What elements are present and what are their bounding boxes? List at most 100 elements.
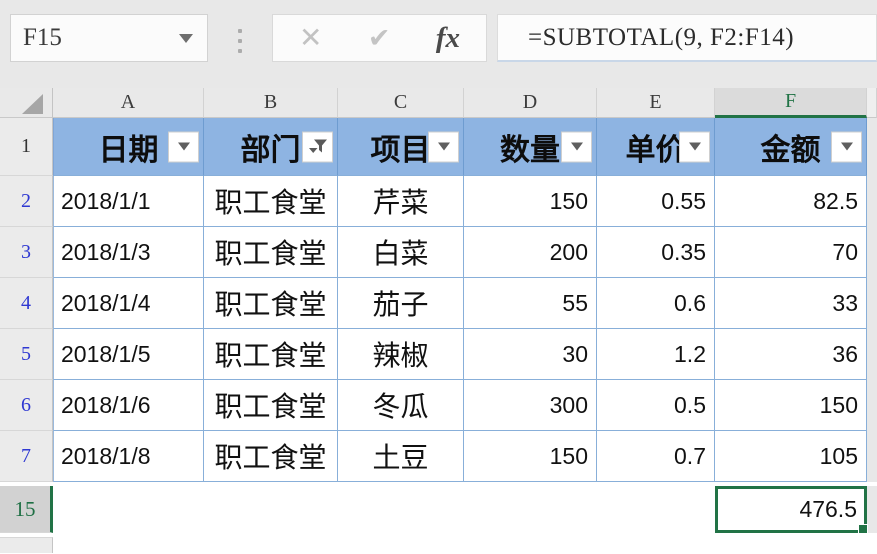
header-cell-amount[interactable]: 金额 (715, 118, 867, 176)
cell-item[interactable]: 土豆 (338, 431, 464, 482)
formula-text: =SUBTOTAL(9, F2:F14) (528, 23, 795, 51)
cell-amount[interactable]: 33 (715, 278, 867, 329)
filter-button-item[interactable] (428, 131, 459, 162)
cell-quantity[interactable]: 55 (464, 278, 597, 329)
row-header-7[interactable]: 7 (0, 431, 53, 482)
name-box-value: F15 (23, 24, 62, 51)
cell-item[interactable]: 芹菜 (338, 176, 464, 227)
bottom-partial-row (0, 533, 877, 554)
cell-quantity[interactable]: 150 (464, 431, 597, 482)
cell-department[interactable]: 职工食堂 (204, 278, 338, 329)
header-label: 项目 (370, 133, 431, 167)
column-header-row: A B C D E F (0, 88, 877, 118)
table-row: 3 2018/1/3 职工食堂 白菜 200 0.35 70 (0, 227, 877, 278)
column-header-d[interactable]: D (464, 88, 597, 118)
header-label: 单价 (625, 133, 686, 167)
header-cell-unit-price[interactable]: 单价 (597, 118, 715, 176)
select-all-corner[interactable] (0, 88, 53, 118)
cell-unit-price[interactable]: 0.5 (597, 380, 715, 431)
cell-unit-price[interactable]: 0.6 (597, 278, 715, 329)
header-cell-quantity[interactable]: 数量 (464, 118, 597, 176)
cell-date[interactable]: 2018/1/5 (53, 329, 204, 380)
column-header-b[interactable]: B (204, 88, 338, 118)
cell-date[interactable]: 2018/1/8 (53, 431, 204, 482)
formula-input[interactable]: =SUBTOTAL(9, F2:F14) (497, 14, 877, 62)
enter-icon[interactable]: ✔ (368, 24, 391, 52)
toolbar-drag-handle-icon[interactable] (238, 29, 242, 53)
header-label: 金额 (760, 133, 821, 167)
cell-item[interactable]: 白菜 (338, 227, 464, 278)
filter-button-amount[interactable] (831, 131, 862, 162)
cell-amount[interactable]: 82.5 (715, 176, 867, 227)
insert-function-icon[interactable]: fx (436, 23, 460, 53)
filter-arrow-icon (570, 142, 583, 151)
subtotal-row: 15 476.5 (0, 486, 877, 534)
column-header-e[interactable]: E (597, 88, 715, 118)
cell-date[interactable]: 2018/1/1 (53, 176, 204, 227)
header-label: 数量 (500, 133, 560, 167)
cancel-icon[interactable]: ✕ (299, 24, 322, 52)
filter-arrow-icon (437, 142, 450, 151)
empty-cells-a15-e15[interactable] (53, 486, 715, 533)
cell-date[interactable]: 2018/1/4 (53, 278, 204, 329)
cell-item[interactable]: 冬瓜 (338, 380, 464, 431)
cell-amount[interactable]: 36 (715, 329, 867, 380)
row-header-15-selected[interactable]: 15 (0, 486, 53, 533)
row-header-3[interactable]: 3 (0, 227, 53, 278)
header-cell-date[interactable]: 日期 (53, 118, 204, 176)
column-header-g-partial[interactable] (867, 88, 877, 118)
sheet-grid: A B C D E F 1 日期 部门 项目 数量 单价 金额 2 2018/1… (0, 88, 877, 554)
header-label: 部门 (240, 133, 301, 167)
cell-department[interactable]: 职工食堂 (204, 329, 338, 380)
fill-handle[interactable] (858, 524, 868, 534)
cell-unit-price[interactable]: 1.2 (597, 329, 715, 380)
row-header-4[interactable]: 4 (0, 278, 53, 329)
formula-toolbar: F15 ✕ ✔ fx =SUBTOTAL(9, F2:F14) (0, 0, 877, 88)
cell-date[interactable]: 2018/1/3 (53, 227, 204, 278)
row-header-6[interactable]: 6 (0, 380, 53, 431)
row-header-16-partial[interactable] (0, 537, 53, 553)
selected-cell-f15[interactable]: 476.5 (715, 486, 868, 534)
cell-unit-price[interactable]: 0.7 (597, 431, 715, 482)
cell-item[interactable]: 辣椒 (338, 329, 464, 380)
cell-department[interactable]: 职工食堂 (204, 176, 338, 227)
table-row: 2 2018/1/1 职工食堂 芹菜 150 0.55 82.5 (0, 176, 877, 227)
filter-funnel-icon (308, 139, 327, 153)
header-label: 日期 (98, 133, 159, 167)
cell-department[interactable]: 职工食堂 (204, 227, 338, 278)
header-cell-department[interactable]: 部门 (204, 118, 338, 176)
cell-department[interactable]: 职工食堂 (204, 431, 338, 482)
cell-amount[interactable]: 70 (715, 227, 867, 278)
cell-department[interactable]: 职工食堂 (204, 380, 338, 431)
filter-button-date[interactable] (168, 131, 199, 162)
cell-unit-price[interactable]: 0.55 (597, 176, 715, 227)
filter-arrow-icon (840, 142, 853, 151)
table-header-row: 1 日期 部门 项目 数量 单价 金额 (0, 118, 877, 176)
cell-quantity[interactable]: 150 (464, 176, 597, 227)
cell-quantity[interactable]: 300 (464, 380, 597, 431)
column-header-a[interactable]: A (53, 88, 204, 118)
select-all-triangle-icon (22, 94, 43, 114)
table-row: 4 2018/1/4 职工食堂 茄子 55 0.6 33 (0, 278, 877, 329)
column-header-c[interactable]: C (338, 88, 464, 118)
formula-buttons-panel: ✕ ✔ fx (272, 14, 487, 62)
chevron-down-icon (179, 33, 193, 43)
cell-date[interactable]: 2018/1/6 (53, 380, 204, 431)
row-header-5[interactable]: 5 (0, 329, 53, 380)
filter-button-quantity[interactable] (561, 131, 592, 162)
name-box[interactable]: F15 (10, 14, 208, 62)
cell-quantity[interactable]: 200 (464, 227, 597, 278)
cell-amount[interactable]: 105 (715, 431, 867, 482)
filter-arrow-icon (688, 142, 701, 151)
row-header-2[interactable]: 2 (0, 176, 53, 227)
header-cell-item[interactable]: 项目 (338, 118, 464, 176)
row-header-1[interactable]: 1 (0, 118, 53, 176)
table-row: 6 2018/1/6 职工食堂 冬瓜 300 0.5 150 (0, 380, 877, 431)
cell-amount[interactable]: 150 (715, 380, 867, 431)
cell-unit-price[interactable]: 0.35 (597, 227, 715, 278)
filter-button-unit-price[interactable] (679, 131, 710, 162)
filter-button-department[interactable] (302, 131, 333, 162)
column-header-f-selected[interactable]: F (715, 88, 867, 118)
cell-item[interactable]: 茄子 (338, 278, 464, 329)
cell-quantity[interactable]: 30 (464, 329, 597, 380)
